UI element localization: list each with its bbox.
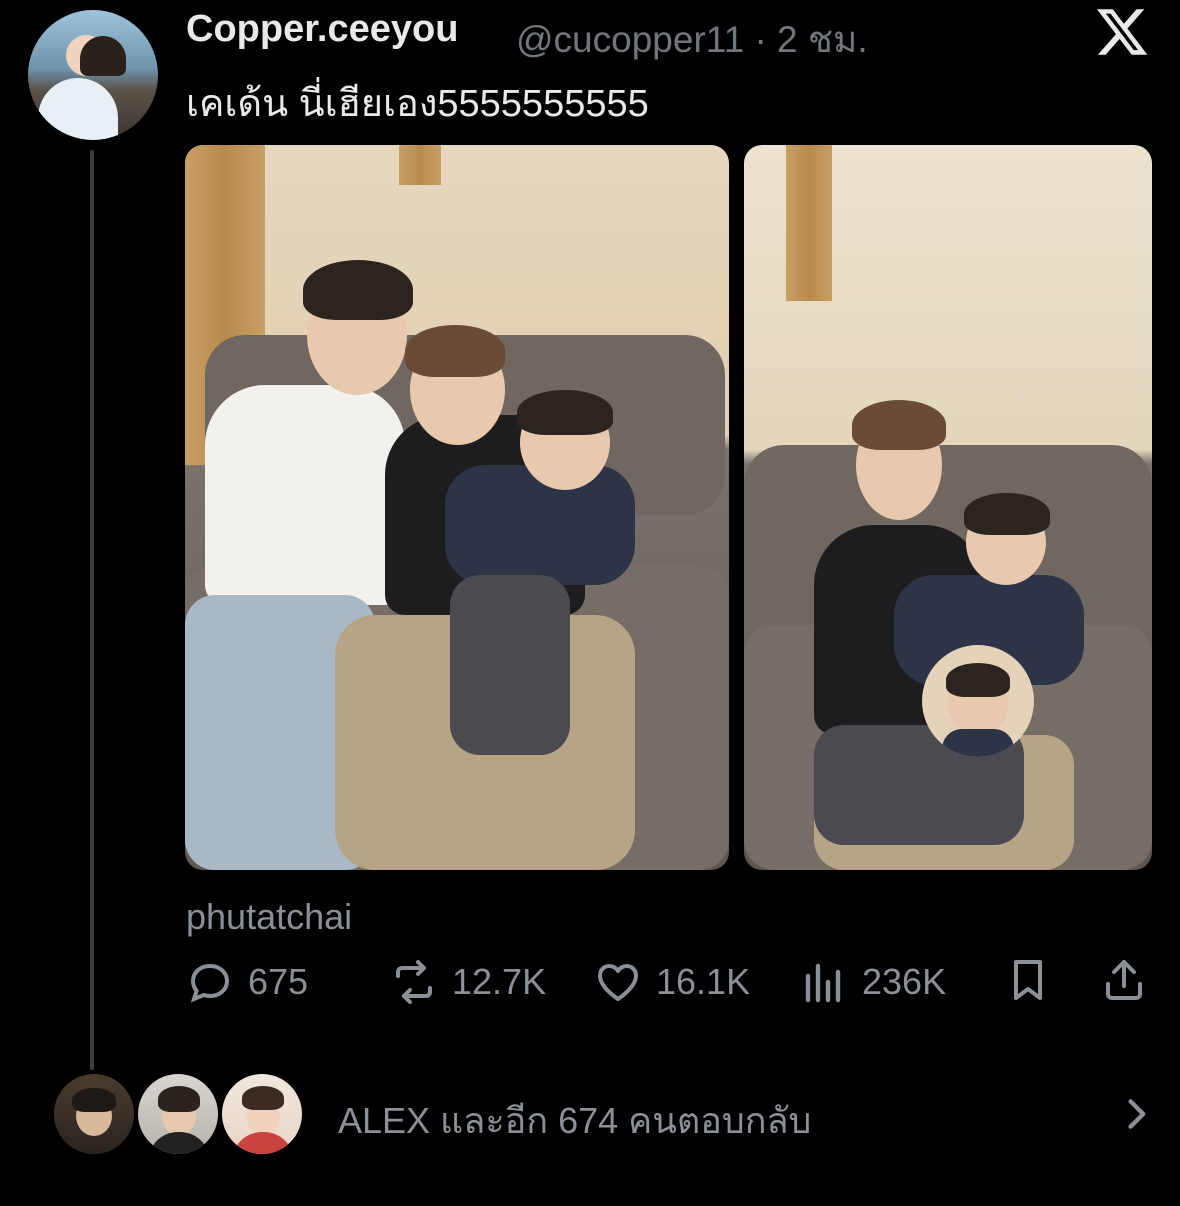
reply-avatar-2[interactable] xyxy=(136,1072,220,1156)
photo-credit: phutatchai xyxy=(186,896,353,937)
view-count: 236K xyxy=(862,961,947,1002)
tweet-photo-1[interactable] xyxy=(185,145,729,870)
repost-arrows-icon xyxy=(396,960,432,1004)
author-avatar[interactable] xyxy=(28,10,158,140)
reply-count: 675 xyxy=(248,961,309,1002)
like-count: 16.1K xyxy=(656,961,751,1002)
thread-line xyxy=(90,150,94,1070)
author-display-name[interactable]: Copper.ceeyou xyxy=(186,8,458,51)
reply-avatar-3[interactable] xyxy=(220,1072,304,1156)
tweet-text: เคเด้น นี่เฮียเอง5555555555 xyxy=(186,83,649,125)
chevron-right-icon[interactable] xyxy=(1124,1096,1148,1132)
replies-summary[interactable]: ALEX และอีก 674 คนตอบกลับ xyxy=(338,1092,811,1149)
x-logo-icon[interactable] xyxy=(1094,4,1150,60)
share-upload-icon[interactable] xyxy=(1100,956,1148,1004)
bookmark-icon[interactable] xyxy=(1004,956,1052,1004)
views-button[interactable]: 236K xyxy=(800,956,946,1008)
repost-button[interactable]: 12.7K xyxy=(390,956,546,1008)
speech-bubble-icon xyxy=(190,963,230,1003)
heart-icon xyxy=(598,964,638,1001)
reply-avatar-1[interactable] xyxy=(52,1072,136,1156)
reply-button[interactable]: 675 xyxy=(186,956,308,1008)
repost-count: 12.7K xyxy=(452,961,547,1002)
like-button[interactable]: 16.1K xyxy=(594,956,750,1008)
tweet-photo-2[interactable] xyxy=(744,145,1152,870)
bar-chart-icon xyxy=(805,963,841,1003)
author-handle-and-time[interactable]: @cucopper11 · 2 ชม. xyxy=(516,10,868,69)
